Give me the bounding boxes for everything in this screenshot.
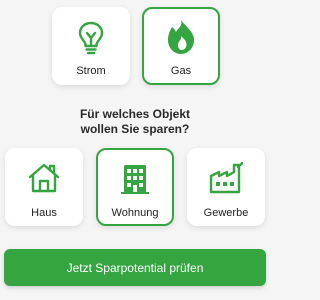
flame-icon (166, 19, 196, 60)
factory-icon (209, 161, 244, 199)
object-option-label: Gewerbe (203, 207, 249, 219)
apartment-building-icon (120, 162, 150, 199)
object-option-label: Haus (31, 207, 57, 219)
energy-option-label: Strom (76, 65, 106, 77)
object-question: Für welches Objekt wollen Sie sparen? (0, 107, 270, 137)
object-option-haus[interactable]: Haus (5, 148, 83, 226)
check-savings-button[interactable]: Jetzt Sparpotential prüfen (4, 249, 266, 286)
question-line-2: wollen Sie sparen? (80, 122, 190, 136)
house-icon (28, 163, 60, 198)
energy-option-gas[interactable]: Gas (142, 7, 220, 85)
energy-option-strom[interactable]: Strom (52, 7, 130, 85)
object-option-wohnung[interactable]: Wohnung (96, 148, 174, 226)
lightbulb-icon (77, 21, 105, 60)
energy-option-label: Gas (170, 65, 192, 77)
object-option-label: Wohnung (111, 207, 159, 219)
object-option-gewerbe[interactable]: Gewerbe (187, 148, 265, 226)
question-line-1: Für welches Objekt (79, 107, 191, 121)
